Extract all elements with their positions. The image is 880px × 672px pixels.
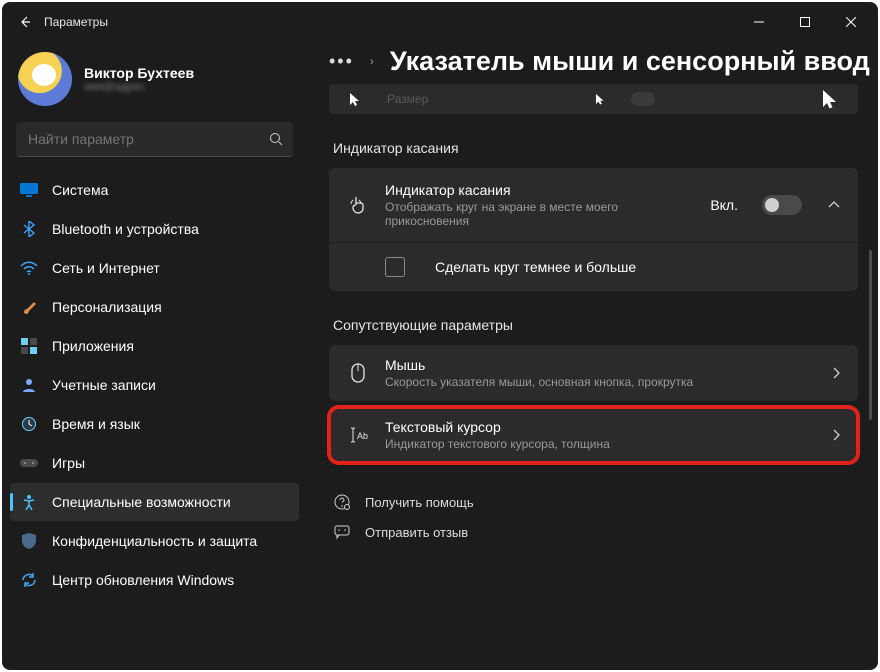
nav-label: Игры	[52, 455, 85, 471]
touch-indicator-card: Индикатор касания Отображать круг на экр…	[329, 168, 858, 291]
nav-list: Система Bluetooth и устройства Сеть и Ин…	[8, 171, 301, 599]
cursor-large-icon	[822, 89, 838, 109]
apps-icon	[20, 337, 38, 355]
nav-label: Специальные возможности	[52, 494, 231, 510]
nav-personalization[interactable]: Персонализация	[10, 288, 299, 326]
nav-accessibility[interactable]: Специальные возможности	[10, 483, 299, 521]
chevron-right-icon	[832, 367, 840, 379]
nav-label: Учетные записи	[52, 377, 156, 393]
user-icon	[20, 376, 38, 394]
touch-indicator-row[interactable]: Индикатор касания Отображать круг на экр…	[329, 168, 858, 242]
search-icon	[269, 132, 283, 146]
maximize-button[interactable]	[782, 6, 828, 38]
touch-icon	[347, 194, 369, 216]
toggle-state: Вкл.	[710, 197, 738, 213]
wifi-icon	[20, 259, 38, 277]
minimize-button[interactable]	[736, 6, 782, 38]
cursor-small-icon	[595, 93, 605, 105]
profile-block[interactable]: Виктор Бухтеев имя@адрес	[8, 42, 301, 122]
nav-system[interactable]: Система	[10, 171, 299, 209]
chevron-up-icon[interactable]	[828, 201, 840, 209]
gamepad-icon	[20, 454, 38, 472]
nav-network[interactable]: Сеть и Интернет	[10, 249, 299, 287]
nav-label: Сеть и Интернет	[52, 260, 160, 276]
related-mouse-link[interactable]: Мышь Скорость указателя мыши, основная к…	[329, 345, 858, 401]
nav-apps[interactable]: Приложения	[10, 327, 299, 365]
touch-row-title: Индикатор касания	[385, 182, 694, 198]
cursor-icon	[349, 92, 361, 106]
slider-track[interactable]	[631, 92, 655, 106]
touch-toggle[interactable]	[762, 195, 802, 215]
accessibility-icon	[20, 493, 38, 511]
related-text-cursor-link[interactable]: Ab Текстовый курсор Индикатор текстового…	[329, 407, 858, 463]
textcursor-title: Текстовый курсор	[385, 419, 816, 435]
nav-privacy[interactable]: Конфиденциальность и защита	[10, 522, 299, 560]
avatar	[18, 52, 72, 106]
nav-label: Конфиденциальность и защита	[52, 533, 257, 549]
help-icon	[333, 493, 351, 511]
nav-update[interactable]: Центр обновления Windows	[10, 561, 299, 599]
arrow-left-icon	[17, 14, 33, 30]
minimize-icon	[754, 17, 764, 27]
nav-label: Центр обновления Windows	[52, 572, 234, 588]
nav-gaming[interactable]: Игры	[10, 444, 299, 482]
breadcrumb-more[interactable]: •••	[329, 51, 354, 72]
nav-label: Время и язык	[52, 416, 140, 432]
mouse-icon	[347, 362, 369, 384]
sidebar: Виктор Бухтеев имя@адрес Система Bluetoo…	[2, 42, 307, 670]
breadcrumb: ••• › Указатель мыши и сенсорный ввод	[329, 42, 878, 80]
mouse-title: Мышь	[385, 357, 816, 373]
back-button[interactable]	[6, 3, 44, 41]
search-input[interactable]	[26, 130, 269, 148]
settings-window: Параметры Виктор Бухтеев имя@адрес	[2, 2, 878, 670]
bluetooth-icon	[20, 220, 38, 238]
nav-label: Система	[52, 182, 108, 198]
scrollbar[interactable]	[869, 250, 872, 420]
clock-icon	[20, 415, 38, 433]
breadcrumb-sep: ›	[370, 54, 374, 68]
brush-icon	[20, 298, 38, 316]
nav-label: Приложения	[52, 338, 134, 354]
darker-checkbox[interactable]	[385, 257, 405, 277]
nav-label: Bluetooth и устройства	[52, 221, 199, 237]
help-link[interactable]: Получить помощь	[329, 487, 878, 517]
window-title: Параметры	[44, 15, 108, 29]
darker-label: Сделать круг темнее и больше	[435, 259, 636, 275]
profile-email: имя@адрес	[84, 81, 194, 93]
size-label: Размер	[387, 92, 428, 106]
textcursor-sub: Индикатор текстового курсора, толщина	[385, 437, 816, 451]
content-area: ••• › Указатель мыши и сенсорный ввод Ра…	[307, 42, 878, 670]
shield-icon	[20, 532, 38, 550]
section-touch-heading: Индикатор касания	[333, 140, 878, 156]
profile-name: Виктор Бухтеев	[84, 65, 194, 81]
chevron-right-icon	[832, 429, 840, 441]
update-icon	[20, 571, 38, 589]
search-box[interactable]	[16, 122, 293, 157]
text-cursor-icon: Ab	[347, 424, 369, 446]
nav-time[interactable]: Время и язык	[10, 405, 299, 443]
touch-row-sub: Отображать круг на экране в месте моего …	[385, 200, 694, 228]
feedback-link[interactable]: Отправить отзыв	[329, 517, 878, 547]
footer-links: Получить помощь Отправить отзыв	[329, 487, 878, 557]
mouse-sub: Скорость указателя мыши, основная кнопка…	[385, 375, 816, 389]
size-row-partial[interactable]: Размер	[329, 84, 858, 114]
close-button[interactable]	[828, 6, 874, 38]
feedback-label: Отправить отзыв	[365, 525, 468, 540]
nav-bluetooth[interactable]: Bluetooth и устройства	[10, 210, 299, 248]
close-icon	[846, 17, 856, 27]
page-title: Указатель мыши и сенсорный ввод	[390, 46, 870, 77]
display-icon	[20, 181, 38, 199]
maximize-icon	[800, 17, 810, 27]
help-label: Получить помощь	[365, 495, 474, 510]
feedback-icon	[333, 523, 351, 541]
nav-accounts[interactable]: Учетные записи	[10, 366, 299, 404]
touch-darker-row[interactable]: Сделать круг темнее и больше	[329, 242, 858, 291]
nav-label: Персонализация	[52, 299, 162, 315]
svg-text:Ab: Ab	[357, 431, 368, 441]
section-related-heading: Сопутствующие параметры	[333, 317, 878, 333]
titlebar: Параметры	[2, 2, 878, 42]
